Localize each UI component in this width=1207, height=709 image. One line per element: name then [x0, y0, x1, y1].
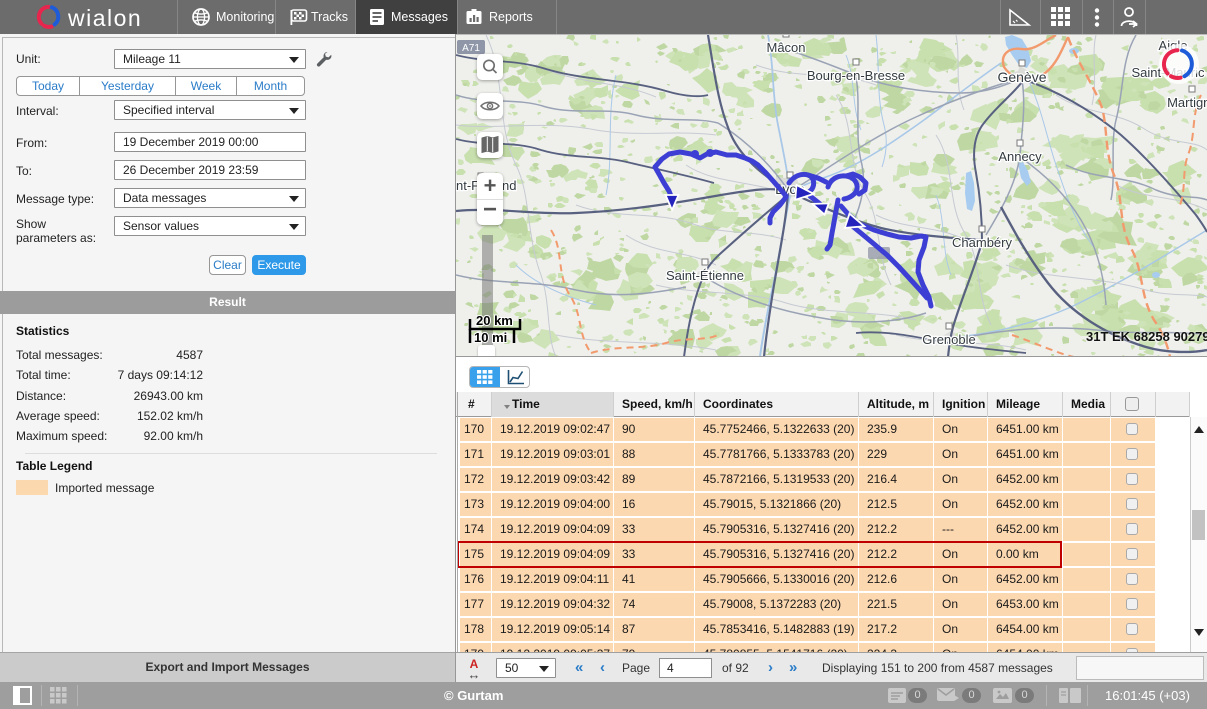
- svg-text:20 km: 20 km: [476, 313, 513, 328]
- svg-text:Annecy: Annecy: [998, 149, 1042, 164]
- svg-text:Grenoble: Grenoble: [922, 332, 975, 347]
- svg-text:Bourg-en-Bresse: Bourg-en-Bresse: [807, 68, 905, 83]
- svg-text:Genève: Genève: [997, 69, 1046, 85]
- svg-text:nt-F: nt-F: [456, 178, 479, 193]
- svg-text:10 mi: 10 mi: [474, 330, 507, 345]
- svg-text:A71: A71: [462, 43, 480, 54]
- svg-text:nd: nd: [502, 178, 516, 193]
- svg-text:Mâcon: Mâcon: [766, 40, 805, 55]
- svg-text:Chambéry: Chambéry: [952, 235, 1012, 250]
- svg-text:Saint-Étienne: Saint-Étienne: [666, 268, 744, 283]
- svg-text:Martigny: Martigny: [1167, 95, 1207, 110]
